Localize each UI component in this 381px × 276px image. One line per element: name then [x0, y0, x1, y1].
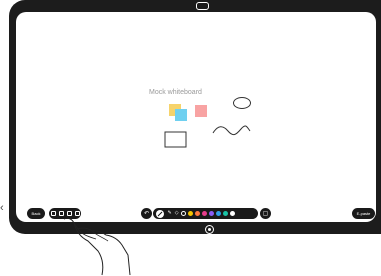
freehand-squiggle[interactable] [212, 123, 252, 137]
color-swatch[interactable] [188, 211, 194, 216]
color-swatch[interactable] [195, 211, 201, 216]
drawing-toolbar: ✎ ◇ [153, 208, 258, 219]
pen-icon [157, 211, 163, 216]
color-swatch[interactable] [230, 211, 236, 216]
sticky-button[interactable]: ▢ [260, 208, 271, 219]
send-button[interactable]: E-paste [352, 208, 375, 219]
chevron-left-icon: ‹ [0, 202, 4, 214]
color-palette [180, 211, 236, 216]
page-icon[interactable] [50, 211, 56, 216]
sticky-note-red[interactable] [195, 105, 207, 117]
pen-tool[interactable] [156, 209, 164, 218]
home-icon[interactable] [205, 225, 214, 234]
undo-icon: ↶ [143, 210, 150, 217]
color-swatch[interactable] [223, 211, 229, 216]
hand-icon [63, 217, 131, 276]
whiteboard-title: Mock whiteboard [149, 89, 202, 96]
ellipse-shape[interactable] [232, 96, 252, 110]
device-frame: Mock whiteboard Back ↶ ✎ ◇ ▢ E-paste [9, 0, 381, 234]
back-button[interactable]: Back [27, 208, 45, 219]
color-swatch[interactable] [216, 211, 222, 216]
whiteboard-canvas[interactable]: Mock whiteboard Back ↶ ✎ ◇ ▢ E-paste [16, 12, 376, 222]
camera-icon [196, 2, 209, 10]
color-swatch[interactable] [181, 211, 187, 216]
highlighter-icon[interactable]: ✎ [168, 211, 172, 216]
undo-button[interactable]: ↶ [141, 208, 152, 219]
color-swatch[interactable] [202, 211, 208, 216]
color-swatch[interactable] [209, 211, 215, 216]
rectangle-shape[interactable] [164, 131, 188, 149]
redo-icon: ▢ [262, 210, 269, 217]
eraser-icon[interactable]: ◇ [175, 211, 179, 216]
sticky-note-blue[interactable] [175, 109, 187, 121]
